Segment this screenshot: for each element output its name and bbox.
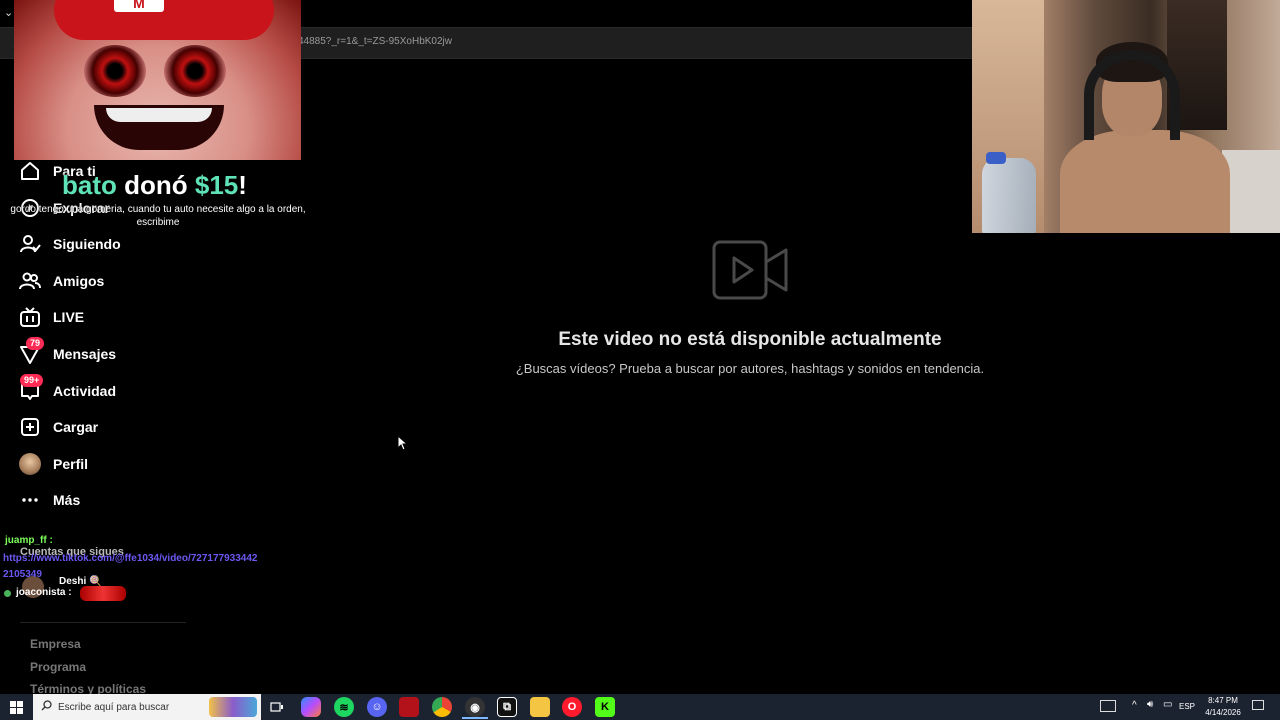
donation-alert-title: bato donó $15! — [62, 170, 247, 201]
sidebar-item-siguiendo[interactable]: Siguiendo — [18, 228, 121, 260]
search-icon — [41, 698, 52, 716]
sidebar-item-label: Amigos — [53, 273, 105, 289]
chat-username: juamp_ff : — [5, 535, 53, 546]
chevron-up-icon[interactable]: ^ — [1132, 700, 1137, 711]
notifications-icon[interactable] — [1252, 700, 1264, 710]
notification-badge: 79 — [26, 337, 45, 350]
kick-icon[interactable]: K — [595, 697, 615, 717]
donation-suffix: ! — [238, 170, 247, 200]
search-placeholder: Escribe aquí para buscar — [58, 701, 170, 713]
spotify-icon[interactable]: ≋ — [334, 697, 354, 717]
sidebar-item-label: Perfil — [53, 456, 89, 472]
copilot-icon[interactable] — [301, 697, 321, 717]
donation-user: bato — [62, 170, 117, 200]
donation-amount: $15 — [194, 170, 239, 200]
url-text[interactable]: 44885?_r=1&_t=ZS-95XoHbK02jw — [298, 36, 452, 47]
volume-icon[interactable]: 🔊︎ — [1147, 699, 1153, 710]
sidebar-item-label: Más — [53, 492, 81, 508]
sidebar-item-mensajes[interactable]: 79 Mensajes — [18, 337, 117, 370]
webcam-feed — [972, 0, 1280, 233]
donation-verb: donó — [124, 170, 188, 200]
sidebar-item-mas[interactable]: Más — [18, 484, 80, 516]
chat-username: joaconista : — [16, 587, 72, 598]
mouse-cursor-icon — [397, 434, 409, 456]
sidebar-item-label: Cargar — [53, 419, 99, 435]
chrome-icon[interactable] — [432, 697, 452, 717]
live-tv-icon — [18, 305, 42, 329]
avatar-wrapper — [18, 452, 42, 476]
notification-badge: 99+ — [20, 374, 44, 387]
file-explorer-icon[interactable] — [530, 697, 550, 717]
stream-overlay-mario-image: M — [14, 0, 301, 160]
opera-icon[interactable]: O — [562, 697, 582, 717]
unavailable-title: Este video no está disponible actualment… — [558, 329, 942, 350]
unavailable-subtitle: ¿Buscas vídeos? Prueba a buscar por auto… — [515, 361, 985, 376]
sidebar-item-label: Mensajes — [53, 346, 117, 362]
active-app-indicator — [462, 717, 488, 719]
clock-date: 4/14/2026 — [1205, 708, 1241, 717]
network-icon[interactable]: ▭ — [1163, 699, 1172, 710]
sidebar-item-label: Actividad — [53, 383, 117, 399]
messages-icon: 79 — [18, 337, 45, 366]
taskbar-search-input[interactable]: Escribe aquí para buscar — [33, 694, 261, 720]
capcut-icon[interactable]: ⧉ — [497, 697, 517, 717]
chat-emote — [80, 586, 126, 601]
footer-link-empresa[interactable]: Empresa — [30, 637, 81, 651]
following-icon — [18, 232, 42, 256]
language-indicator[interactable]: ESP — [1179, 702, 1195, 711]
sidebar-item-perfil[interactable]: Perfil — [18, 448, 88, 480]
more-dots-icon — [18, 488, 42, 512]
friends-icon — [18, 269, 42, 293]
sidebar-item-actividad[interactable]: 99+ Actividad — [18, 374, 117, 407]
donation-message: gordo tengo una gomeria, cuando tu auto … — [10, 204, 306, 228]
search-highlight-image — [209, 697, 257, 717]
keyboard-icon[interactable] — [1100, 700, 1116, 712]
discord-icon[interactable]: ☺ — [367, 697, 387, 717]
windows-start-icon[interactable] — [0, 694, 32, 720]
clock-time: 8:47 PM — [1208, 696, 1238, 705]
video-unavailable-icon — [712, 240, 788, 305]
chat-message-link[interactable]: https://www.tiktok.com/@ffe1034/video/72… — [3, 551, 263, 583]
sidebar-item-label: LIVE — [53, 309, 85, 325]
avatar — [19, 453, 41, 475]
activity-icon: 99+ — [18, 374, 44, 403]
sidebar-divider — [20, 622, 186, 623]
sidebar-item-label: Siguiendo — [53, 236, 121, 252]
taskbar-clock[interactable]: 8:47 PM 4/14/2026 — [1198, 695, 1248, 719]
upload-plus-icon — [18, 415, 42, 439]
sidebar-item-cargar[interactable]: Cargar — [18, 411, 98, 443]
home-icon — [18, 159, 42, 183]
sidebar-item-live[interactable]: LIVE — [18, 301, 84, 333]
game-app-icon[interactable] — [399, 697, 419, 717]
footer-link-programa[interactable]: Programa — [30, 660, 86, 674]
task-view-icon[interactable] — [267, 697, 287, 717]
obs-icon[interactable]: ◉ — [465, 697, 485, 717]
sidebar-item-amigos[interactable]: Amigos — [18, 265, 104, 297]
chat-badge-icon — [4, 590, 11, 597]
